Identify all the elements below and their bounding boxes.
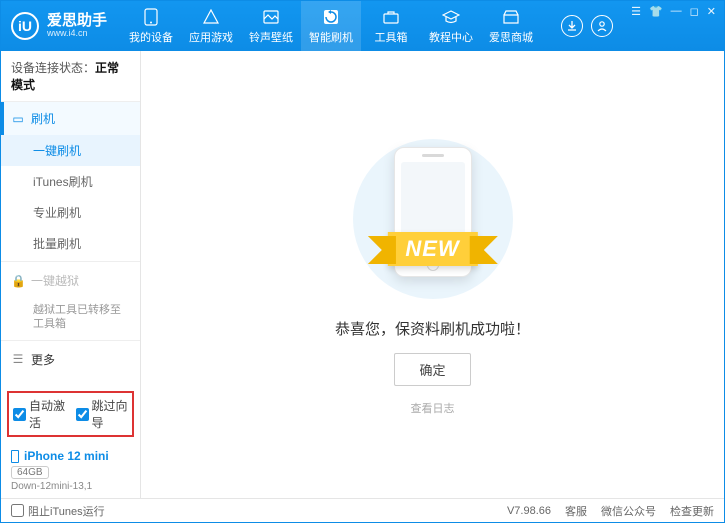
sidebar-item-itunes-flash[interactable]: iTunes刷机 xyxy=(1,166,140,197)
logo-area: iU 爱思助手 www.i4.cn xyxy=(1,1,121,51)
list-icon: ☰ xyxy=(11,352,25,366)
top-tabs: 我的设备 应用游戏 铃声壁纸 智能刷机 工具箱 教程中心 爱思商城 xyxy=(121,1,551,51)
user-button[interactable] xyxy=(591,15,613,37)
device-phone-icon xyxy=(11,450,19,463)
device-sub: Down-12mini-13,1 xyxy=(11,481,130,492)
check-update-link[interactable]: 检查更新 xyxy=(670,503,714,519)
minimize-button[interactable]: — xyxy=(671,5,682,17)
ok-button[interactable]: 确定 xyxy=(394,353,470,386)
lock-icon: 🔒 xyxy=(11,274,25,288)
tab-my-device[interactable]: 我的设备 xyxy=(121,1,181,51)
sidebar-item-oneclick-flash[interactable]: 一键刷机 xyxy=(1,135,140,166)
apps-icon xyxy=(202,8,220,26)
jailbreak-note: 越狱工具已转移至工具箱 xyxy=(1,297,140,338)
phone-icon xyxy=(142,8,160,26)
sidebar-group-flash[interactable]: ▭ 刷机 xyxy=(1,102,140,135)
phone-small-icon: ▭ xyxy=(11,112,25,126)
app-url: www.i4.cn xyxy=(47,29,107,39)
options-highlight-box: 自动激活 跳过向导 xyxy=(7,391,134,437)
tab-ringtones[interactable]: 铃声壁纸 xyxy=(241,1,301,51)
sidebar: 设备连接状态：正常模式 ▭ 刷机 一键刷机 iTunes刷机 专业刷机 批量刷机… xyxy=(1,51,141,498)
download-button[interactable] xyxy=(561,15,583,37)
titlebar: iU 爱思助手 www.i4.cn 我的设备 应用游戏 铃声壁纸 智能刷机 工具… xyxy=(1,1,724,51)
close-button[interactable]: ✕ xyxy=(707,5,716,18)
menu-button[interactable]: ☰ xyxy=(631,5,641,18)
tab-tutorials[interactable]: 教程中心 xyxy=(421,1,481,51)
skin-button[interactable]: 👕 xyxy=(649,5,663,18)
sidebar-group-more[interactable]: ☰ 更多 xyxy=(1,343,140,376)
tab-toolbox[interactable]: 工具箱 xyxy=(361,1,421,51)
device-card[interactable]: iPhone 12 mini 64GB Down-12mini-13,1 xyxy=(1,443,140,498)
connection-status: 设备连接状态：正常模式 xyxy=(1,51,140,102)
tab-apps-games[interactable]: 应用游戏 xyxy=(181,1,241,51)
sidebar-item-batch-flash[interactable]: 批量刷机 xyxy=(1,228,140,259)
sidebar-group-jailbreak[interactable]: 🔒 一键越狱 xyxy=(1,264,140,297)
auto-activate-checkbox[interactable]: 自动激活 xyxy=(13,397,66,431)
support-link[interactable]: 客服 xyxy=(565,503,587,519)
graduation-icon xyxy=(442,8,460,26)
new-ribbon: NEW xyxy=(387,232,477,266)
statusbar: 阻止iTunes运行 V7.98.66 客服 微信公众号 检查更新 xyxy=(1,498,724,522)
maximize-button[interactable]: ◻ xyxy=(690,5,699,18)
view-log-link[interactable]: 查看日志 xyxy=(411,400,455,416)
sidebar-item-pro-flash[interactable]: 专业刷机 xyxy=(1,197,140,228)
block-itunes-checkbox[interactable]: 阻止iTunes运行 xyxy=(11,503,105,519)
skip-guide-checkbox[interactable]: 跳过向导 xyxy=(76,397,129,431)
tab-flash[interactable]: 智能刷机 xyxy=(301,1,361,51)
window-controls: ☰ 👕 — ◻ ✕ xyxy=(623,1,724,51)
device-storage: 64GB xyxy=(11,466,49,479)
tab-store[interactable]: 爱思商城 xyxy=(481,1,541,51)
success-illustration: NEW xyxy=(338,134,528,304)
refresh-icon xyxy=(322,8,340,26)
store-icon xyxy=(502,8,520,26)
sidebar-item-other-tools[interactable]: 其他工具 xyxy=(1,376,140,385)
logo-icon: iU xyxy=(11,12,39,40)
success-message: 恭喜您，保资料刷机成功啦！ xyxy=(335,318,530,339)
version-label: V7.98.66 xyxy=(507,505,551,517)
wechat-link[interactable]: 微信公众号 xyxy=(601,503,656,519)
toolbox-icon xyxy=(382,8,400,26)
main-content: NEW 恭喜您，保资料刷机成功啦！ 确定 查看日志 xyxy=(141,51,724,498)
app-title: 爱思助手 xyxy=(47,13,107,30)
wallpaper-icon xyxy=(262,8,280,26)
